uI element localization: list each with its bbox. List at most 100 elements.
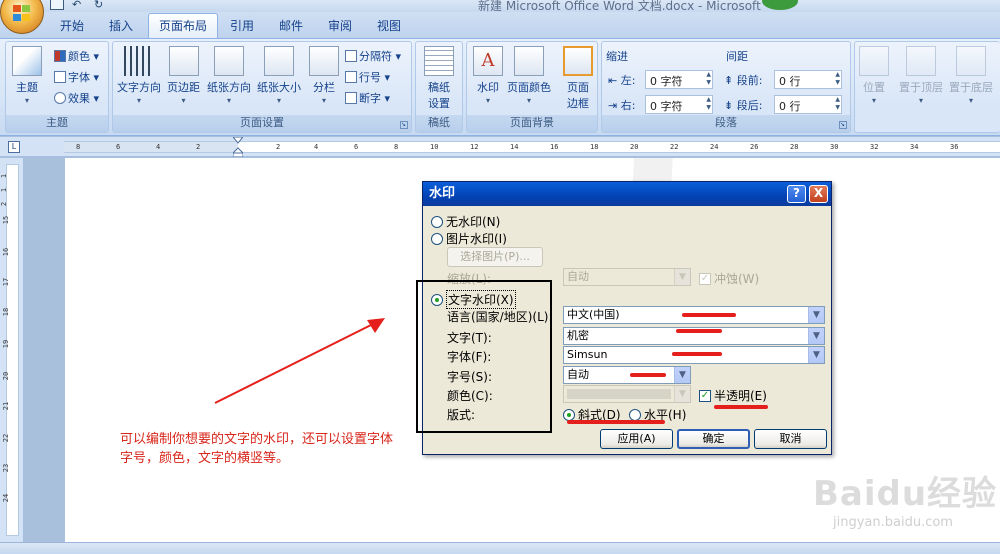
ruler-tick: 21 (2, 401, 11, 411)
margins-button[interactable]: 页边距 ▾ (167, 46, 200, 105)
page-borders-button[interactable]: 页面 边框 (563, 46, 593, 111)
color-select[interactable]: ▼ (563, 385, 691, 403)
indent-header: 缩进 (606, 50, 628, 63)
chevron-down-icon: ▾ (968, 96, 973, 105)
horizontal-ruler[interactable]: L 8 6 4 2 2 4 6 8 10 12 14 16 18 20 22 2… (0, 137, 1000, 157)
tab-page-layout[interactable]: 页面布局 (148, 13, 219, 39)
draft-paper-group: 稿纸 设置 稿纸 (415, 41, 463, 133)
title-orb-icon (762, 0, 798, 10)
help-button[interactable]: ? (787, 185, 806, 203)
spacing-after-icon: ⇟ (724, 99, 734, 112)
ruler-tick: 36 (950, 143, 959, 151)
chevron-down-icon: ▾ (526, 96, 531, 105)
chevron-down-icon: ▾ (321, 96, 326, 105)
tab-references[interactable]: 引用 (230, 17, 254, 34)
bring-to-front-button[interactable]: 置于顶层 ▾ (899, 46, 943, 105)
watermark-button[interactable]: A 水印 ▾ (473, 46, 503, 105)
tab-insert[interactable]: 插入 (109, 17, 133, 34)
vertical-ruler[interactable]: 1 1 2 15 16 17 18 19 20 21 22 23 24 (0, 158, 24, 542)
close-button[interactable]: X (809, 185, 828, 203)
indent-marker-icon[interactable] (233, 137, 243, 157)
picture-watermark-radio[interactable]: 图片水印(I) (431, 230, 507, 247)
ruler-tick: 15 (2, 215, 11, 225)
ruler-tick: 28 (790, 143, 799, 151)
ruler-tick: 12 (470, 143, 479, 151)
palette-icon (54, 50, 66, 62)
chevron-down-icon: ▾ (485, 96, 490, 105)
ruler-tick: 6 (116, 143, 121, 151)
ruler-margin-left (64, 142, 238, 152)
ruler-tick: 4 (156, 143, 161, 151)
tab-view[interactable]: 视图 (377, 17, 401, 34)
line-numbers-button[interactable]: 行号 ▾ (345, 69, 390, 85)
size-button[interactable]: 纸张大小 ▾ (257, 46, 301, 105)
theme-colors-button[interactable]: 颜色 ▾ (54, 48, 99, 64)
color-swatch (567, 389, 671, 399)
hyphenation-icon (345, 92, 357, 104)
indent-right-label: ⇥ 右: (608, 99, 636, 112)
tab-review[interactable]: 审阅 (328, 17, 352, 34)
horizontal-scrollbar[interactable] (0, 542, 1000, 554)
draft-paper-group-label: 稿纸 (416, 115, 462, 132)
highlight-box (416, 280, 552, 433)
breaks-button[interactable]: 分隔符 ▾ (345, 48, 401, 64)
size-select[interactable]: 自动 ▼ (563, 366, 691, 384)
indent-right-input[interactable]: 0 字符 (645, 95, 713, 114)
ruler-tick: 2 (276, 143, 281, 151)
effects-icon (54, 92, 66, 104)
underline-mark (676, 329, 722, 333)
washout-checkbox[interactable]: ✓ 冲蚀(W) (699, 270, 759, 287)
tab-home[interactable]: 开始 (60, 17, 84, 34)
underline-mark (630, 373, 666, 377)
title-bar: ↶ ↻ 新建 Microsoft Office Word 文档.docx - M… (0, 0, 1000, 12)
chevron-down-icon: ▼ (674, 367, 690, 383)
theme-effects-button[interactable]: 效果 ▾ (54, 90, 99, 106)
themes-button[interactable]: 主题 ▾ (12, 46, 42, 105)
dialog-launcher-icon[interactable]: ↘ (839, 121, 847, 129)
ribbon: 主题 ▾ 颜色 ▾ 字体 ▾ 效果 ▾ 主题 文字方向 ▾ 页边距 ▾ 纸张方向… (0, 38, 1000, 136)
save-icon[interactable] (50, 0, 64, 10)
underline-mark (714, 405, 768, 409)
indent-right-icon: ⇥ (608, 99, 618, 112)
dialog-launcher-icon[interactable]: ↘ (400, 121, 408, 129)
spacing-after-input[interactable]: 0 行 (774, 95, 842, 114)
hyphenation-button[interactable]: 断字 ▾ (345, 90, 390, 106)
page-background-group-label: 页面背景 (467, 115, 597, 132)
tab-selector[interactable]: L (8, 141, 20, 153)
checkbox-box: ✓ (699, 272, 711, 285)
page-setup-group: 文字方向 ▾ 页边距 ▾ 纸张方向 ▾ 纸张大小 ▾ 分栏 ▾ 分隔符 ▾ 行号… (112, 41, 412, 133)
ruler-tick: 6 (354, 143, 359, 151)
radio-dot (431, 215, 443, 228)
orientation-button[interactable]: 纸张方向 ▾ (207, 46, 251, 105)
text-direction-icon (124, 46, 154, 76)
redo-icon[interactable]: ↻ (94, 0, 108, 11)
select-picture-button[interactable]: 选择图片(P)... (447, 247, 543, 267)
position-button[interactable]: 位置 ▾ (859, 46, 889, 105)
apply-button[interactable]: 应用(A) (600, 429, 673, 449)
ruler-tick: 16 (550, 143, 559, 151)
radio-dot (563, 408, 575, 421)
theme-fonts-button[interactable]: 字体 ▾ (54, 69, 99, 85)
cancel-button[interactable]: 取消 (754, 429, 827, 449)
semitransparent-checkbox[interactable]: ✓ 半透明(E) (699, 387, 767, 404)
dialog-title-bar[interactable]: 水印 ? X (423, 182, 831, 206)
columns-button[interactable]: 分栏 ▾ (309, 46, 339, 105)
spacing-before-input[interactable]: 0 行 (774, 70, 842, 89)
indent-left-input[interactable]: 0 字符 (645, 70, 713, 89)
chevron-down-icon: ▾ (276, 96, 281, 105)
scale-select[interactable]: 自动 ▼ (563, 268, 691, 286)
no-watermark-radio[interactable]: 无水印(N) (431, 213, 500, 230)
send-to-back-button[interactable]: 置于底层 ▾ (949, 46, 993, 105)
chevron-down-icon: ▼ (808, 347, 824, 363)
ruler-tick: 10 (430, 143, 439, 151)
page-color-button[interactable]: 页面颜色 ▾ (507, 46, 551, 105)
text-direction-button[interactable]: 文字方向 ▾ (117, 46, 161, 105)
ok-button[interactable]: 确定 (677, 429, 750, 449)
draft-paper-button[interactable]: 稿纸 设置 (424, 46, 454, 111)
tab-mailings[interactable]: 邮件 (279, 17, 303, 34)
arrange-group: 位置 ▾ 置于顶层 ▾ 置于底层 ▾ (854, 41, 1000, 133)
draft-paper-icon (424, 46, 454, 76)
themes-group: 主题 ▾ 颜色 ▾ 字体 ▾ 效果 ▾ 主题 (5, 41, 109, 133)
undo-icon[interactable]: ↶ (72, 0, 86, 11)
ruler-strip: 8 6 4 2 2 4 6 8 10 12 14 16 18 20 22 24 … (64, 141, 1000, 153)
